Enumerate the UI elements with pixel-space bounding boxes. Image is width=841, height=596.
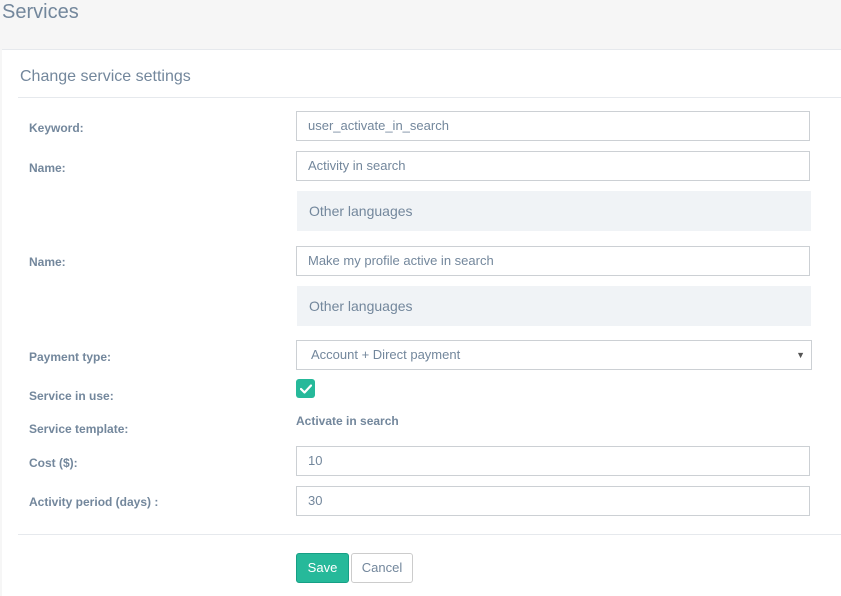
name-description-label: Name: (29, 255, 66, 269)
footer-divider (18, 534, 841, 535)
dropdown-arrow-icon: ▼ (796, 350, 805, 360)
panel-title: Change service settings (20, 68, 191, 85)
cost-label: Cost ($): (29, 456, 78, 470)
payment-type-label: Payment type: (29, 350, 112, 364)
service-template-label: Service template: (29, 422, 129, 436)
other-languages-toggle-2[interactable]: Other languages (297, 286, 811, 326)
checkmark-icon (299, 383, 312, 394)
keyword-label: Keyword: (29, 121, 84, 135)
activity-period-input[interactable]: 30 (296, 486, 810, 516)
save-button[interactable]: Save (296, 553, 349, 583)
name-label: Name: (29, 161, 66, 175)
service-settings-panel: Change service settings Keyword: user_ac… (2, 49, 841, 596)
keyword-input[interactable]: user_activate_in_search (296, 111, 810, 141)
service-in-use-label: Service in use: (29, 389, 114, 403)
other-languages-toggle[interactable]: Other languages (297, 191, 811, 231)
panel-divider (18, 97, 841, 98)
service-in-use-checkbox[interactable] (296, 379, 315, 398)
page-title: Services (2, 1, 79, 23)
payment-type-select[interactable]: Account + Direct payment ▼ (296, 340, 812, 370)
service-template-value: Activate in search (296, 414, 399, 428)
activity-period-label: Activity period (days) : (29, 495, 159, 509)
cancel-button[interactable]: Cancel (351, 553, 413, 583)
name-description-input[interactable]: Make my profile active in search (296, 246, 810, 276)
payment-type-value: Account + Direct payment (311, 347, 461, 362)
name-input[interactable]: Activity in search (296, 151, 810, 181)
cost-input[interactable]: 10 (296, 446, 810, 476)
